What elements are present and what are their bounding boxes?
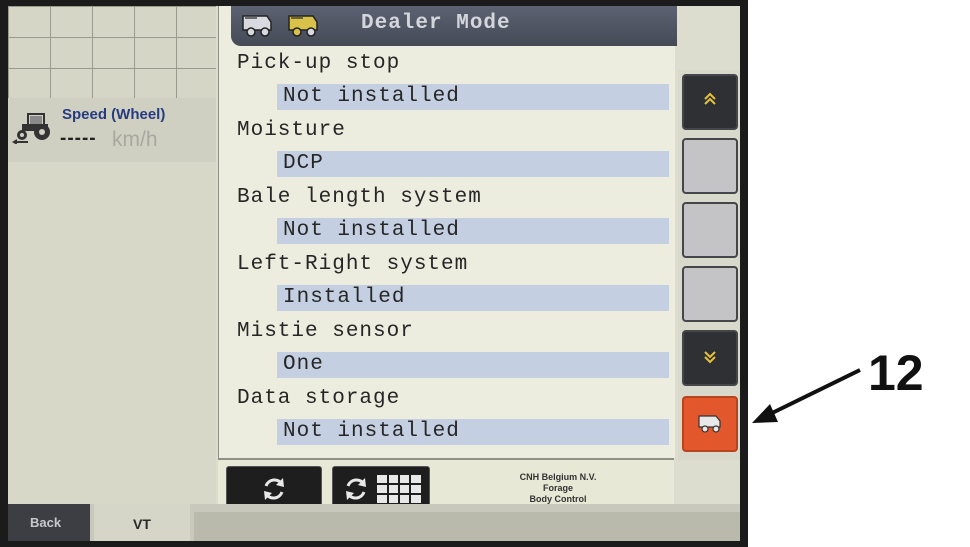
baler-icon — [698, 415, 721, 433]
softkey-blank-2[interactable] — [682, 202, 738, 258]
scroll-down-button[interactable] — [682, 330, 738, 386]
title-bar: Dealer Mode — [231, 6, 677, 46]
setting-label: Data storage — [237, 387, 401, 410]
speed-label: Speed (Wheel) — [62, 106, 166, 123]
setting-value[interactable]: Installed — [277, 285, 669, 311]
speed-unit: km/h — [112, 128, 158, 151]
left-panel: Speed (Wheel) ----- km/h — [8, 6, 216, 504]
page-title: Dealer Mode — [361, 12, 511, 35]
setting-data-storage[interactable]: Data storage Not installed — [229, 385, 675, 452]
chevron-up-icon — [704, 92, 716, 105]
setting-left-right-system[interactable]: Left-Right system Installed — [229, 251, 675, 318]
setting-value[interactable]: Not installed — [277, 218, 669, 244]
softkey-blank-1[interactable] — [682, 138, 738, 194]
setting-label: Mistie sensor — [237, 320, 414, 343]
setting-label: Moisture — [237, 119, 346, 142]
grid-icon — [377, 475, 421, 503]
company-info: CNH Belgium N.V. Forage Body Control — [484, 472, 632, 505]
setting-label: Left-Right system — [237, 253, 469, 276]
setting-value[interactable]: One — [277, 352, 669, 378]
bottom-bar-fill — [194, 512, 740, 541]
bottom-bar: Back VT — [8, 504, 740, 541]
setting-value[interactable]: DCP — [277, 151, 669, 177]
company-name: CNH Belgium N.V. — [519, 472, 597, 482]
setting-label: Bale length system — [237, 186, 482, 209]
vt-tab[interactable]: VT — [94, 504, 190, 541]
baler-icon — [242, 15, 272, 37]
tractor-icon — [12, 113, 50, 144]
softkey-column — [678, 70, 740, 460]
softkey-blank-3[interactable] — [682, 266, 738, 322]
callout-arrow-icon — [752, 368, 861, 423]
company-division: Forage — [542, 483, 573, 493]
setting-pickup-stop[interactable]: Pick-up stop Not installed — [229, 50, 675, 117]
scroll-up-button[interactable] — [682, 74, 738, 130]
chevron-down-icon — [704, 351, 716, 364]
setting-value[interactable]: Not installed — [277, 84, 669, 110]
setting-value[interactable]: Not installed — [277, 419, 669, 445]
setting-label: Pick-up stop — [237, 52, 401, 75]
setting-mistie-sensor[interactable]: Mistie sensor One — [229, 318, 675, 385]
speed-widget: Speed (Wheel) ----- km/h — [8, 98, 216, 162]
speed-value: ----- — [60, 128, 97, 149]
settings-list: Pick-up stop Not installed Moisture DCP … — [229, 50, 675, 452]
back-tab[interactable]: Back — [8, 504, 90, 541]
dealer-mode-panel: Dealer Mode Pick-up stop Not installed M… — [218, 6, 677, 458]
refresh-icon — [264, 478, 284, 500]
baler-settings-button[interactable] — [682, 396, 738, 452]
callout-number: 12 — [868, 345, 924, 401]
refresh-icon — [346, 478, 366, 500]
empty-grid-area — [8, 6, 216, 99]
setting-moisture[interactable]: Moisture DCP — [229, 117, 675, 184]
setting-bale-length-system[interactable]: Bale length system Not installed — [229, 184, 675, 251]
baler-gear-icon — [288, 15, 318, 37]
terminal-screen: Speed (Wheel) ----- km/h Dealer Mode Pic… — [8, 6, 740, 541]
